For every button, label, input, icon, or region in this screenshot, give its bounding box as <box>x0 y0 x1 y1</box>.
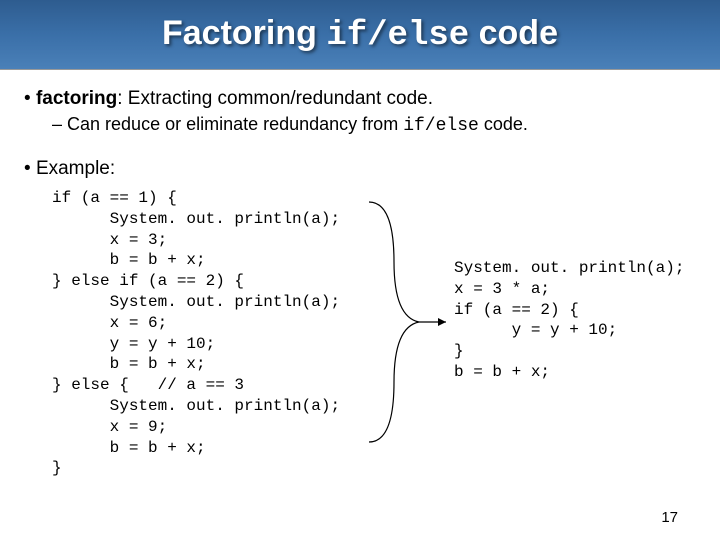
bullet-rest: : Extracting common/redundant code. <box>117 88 433 109</box>
slide-number: 17 <box>661 509 678 526</box>
title-post: code <box>469 14 558 52</box>
sub-bullet-redundancy: – Can reduce or eliminate redundancy fro… <box>52 114 696 136</box>
bullet-factoring: • factoring: Extracting common/redundant… <box>24 88 696 110</box>
bullet-term: factoring <box>36 88 117 109</box>
sub-pre: Can reduce or eliminate redundancy from <box>67 114 403 134</box>
title-bar: Factoring if/else code <box>0 0 720 70</box>
code-area: if (a == 1) { System. out. println(a); x… <box>24 188 696 479</box>
sub-mono: if/else <box>403 116 479 136</box>
brace-arrow-icon <box>364 192 454 452</box>
title-mono: if/else <box>326 17 469 55</box>
code-before: if (a == 1) { System. out. println(a); x… <box>52 188 340 479</box>
slide-title: Factoring if/else code <box>162 14 558 55</box>
sub-post: code. <box>479 114 528 134</box>
code-after: System. out. println(a); x = 3 * a; if (… <box>454 258 684 383</box>
title-pre: Factoring <box>162 14 326 52</box>
example-text: Example: <box>36 158 115 179</box>
example-label: • Example: <box>24 158 696 180</box>
content-area: • factoring: Extracting common/redundant… <box>0 70 720 479</box>
